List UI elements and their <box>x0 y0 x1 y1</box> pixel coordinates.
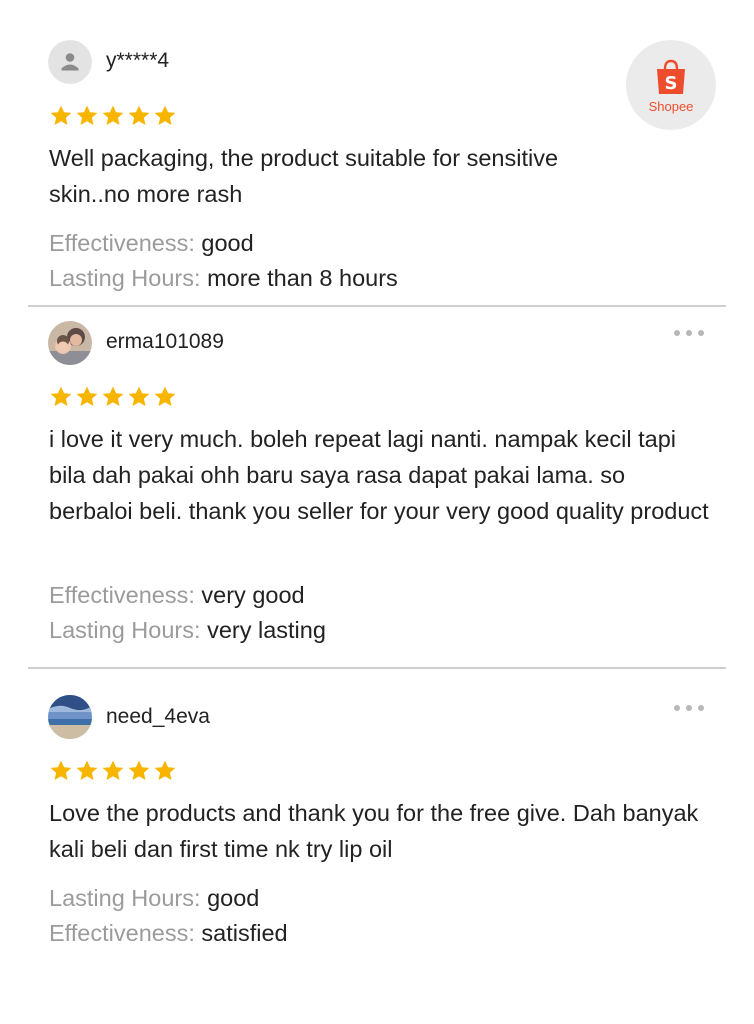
review-text: i love it very much. boleh repeat lagi n… <box>49 426 709 524</box>
review-attribute: Effectiveness: good <box>49 230 254 256</box>
svg-text:S: S <box>665 73 678 94</box>
review-text: Well packaging, the product suitable for… <box>49 145 559 207</box>
star-icon <box>76 105 98 125</box>
username[interactable]: y*****4 <box>106 49 169 73</box>
star-icon <box>76 760 98 780</box>
star-rating <box>49 104 177 128</box>
brand-name: Shopee <box>648 98 694 114</box>
star-icon <box>50 386 72 406</box>
star-icon <box>102 386 124 406</box>
user-avatar[interactable] <box>48 695 92 739</box>
star-icon <box>128 386 150 406</box>
star-icon <box>50 760 72 780</box>
star-rating <box>49 385 177 409</box>
star-icon <box>128 105 150 125</box>
review-text: Love the products and thank you for the … <box>49 800 699 862</box>
star-icon <box>76 386 98 406</box>
star-icon <box>154 386 176 406</box>
star-icon <box>50 105 72 125</box>
divider <box>28 305 726 307</box>
user-avatar[interactable] <box>48 321 92 365</box>
star-icon <box>128 760 150 780</box>
more-options-icon[interactable] <box>674 703 704 713</box>
star-icon <box>102 760 124 780</box>
username[interactable]: erma101089 <box>106 330 224 354</box>
divider <box>28 667 726 669</box>
username[interactable]: need_4eva <box>106 705 210 729</box>
review-attribute: Lasting Hours: more than 8 hours <box>49 265 398 291</box>
star-icon <box>154 760 176 780</box>
review-attribute: Effectiveness: very good <box>49 582 305 608</box>
review-attribute: Lasting Hours: good <box>49 885 260 911</box>
review-attribute: Lasting Hours: very lasting <box>49 617 326 643</box>
star-icon <box>154 105 176 125</box>
review-attribute: Effectiveness: satisfied <box>49 920 288 946</box>
star-rating <box>49 759 177 783</box>
shopping-bag-icon: S <box>657 59 685 94</box>
more-options-icon[interactable] <box>674 328 704 338</box>
user-avatar-default[interactable] <box>48 40 92 84</box>
star-icon <box>102 105 124 125</box>
shopee-logo: S Shopee <box>626 40 716 130</box>
